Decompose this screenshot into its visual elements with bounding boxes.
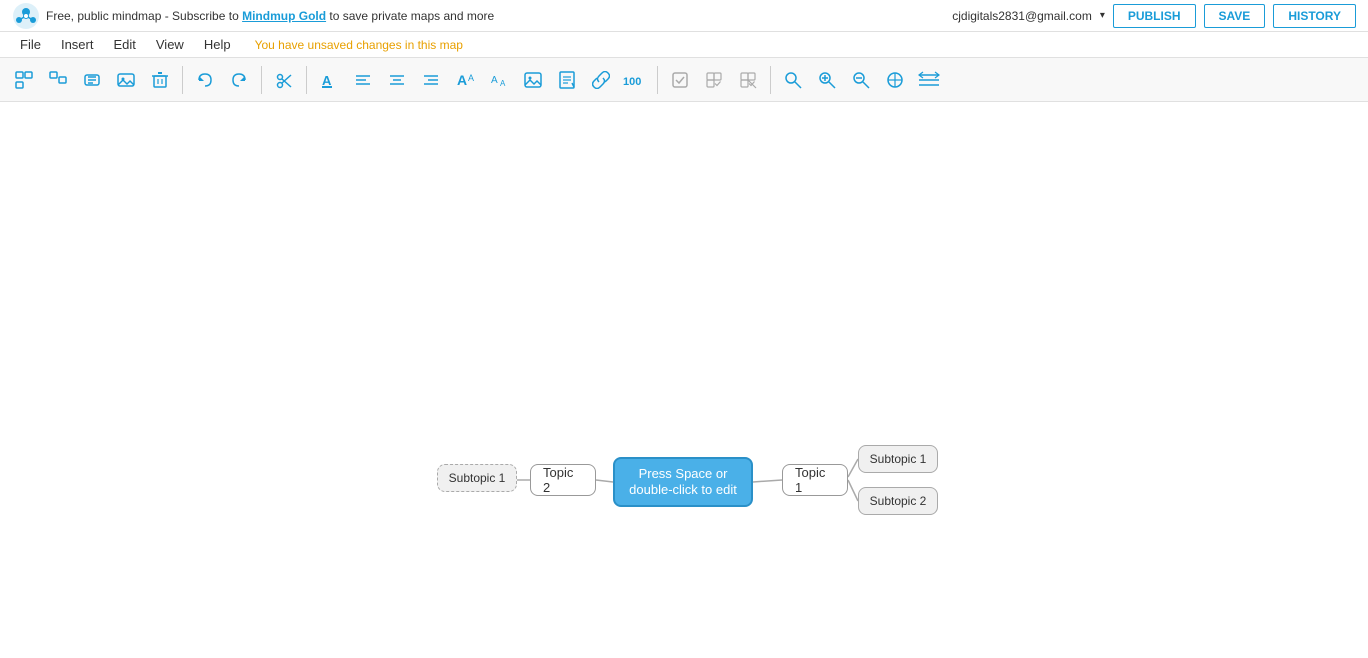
user-email: cjdigitals2831@gmail.com xyxy=(952,9,1092,23)
tb-cut[interactable] xyxy=(268,64,300,96)
menu-file[interactable]: File xyxy=(12,35,49,54)
tb-search[interactable] xyxy=(777,64,809,96)
tb-align-right[interactable] xyxy=(415,64,447,96)
subtopic-right-top-label: Subtopic 1 xyxy=(870,452,927,466)
tb-check2[interactable] xyxy=(698,64,730,96)
tb-text-color[interactable]: A xyxy=(313,64,345,96)
tb-link[interactable] xyxy=(585,64,617,96)
tb-sep-5 xyxy=(770,66,771,94)
svg-text:A: A xyxy=(468,73,474,83)
menu-bar: File Insert Edit View Help You have unsa… xyxy=(0,32,1368,58)
tb-font-smaller[interactable]: AA xyxy=(483,64,515,96)
tb-progress[interactable]: 100 xyxy=(619,64,651,96)
subtopic-right-bottom-node[interactable]: Subtopic 2 xyxy=(858,487,938,515)
user-dropdown-arrow[interactable]: ▾ xyxy=(1100,10,1105,21)
tb-align-left[interactable] xyxy=(347,64,379,96)
tb-check3[interactable] xyxy=(732,64,764,96)
tb-sep-1 xyxy=(182,66,183,94)
menu-view[interactable]: View xyxy=(148,35,192,54)
subtopic-left-node[interactable]: Subtopic 1 xyxy=(437,464,517,492)
tb-collapse[interactable] xyxy=(42,64,74,96)
tb-align-center[interactable] xyxy=(381,64,413,96)
tb-fit[interactable] xyxy=(879,64,911,96)
center-node[interactable]: Press Space or double-click to edit xyxy=(613,457,753,507)
subtopic-right-top-node[interactable]: Subtopic 1 xyxy=(858,445,938,473)
tb-note[interactable] xyxy=(551,64,583,96)
tb-zoom-out[interactable] xyxy=(845,64,877,96)
mindmup-logo xyxy=(12,2,40,30)
mindmap-connections xyxy=(0,102,1368,658)
tb-add-child[interactable] xyxy=(8,64,40,96)
announcement-text: Free, public mindmap - Subscribe to Mind… xyxy=(46,9,494,23)
publish-button[interactable]: PUBLISH xyxy=(1113,4,1196,28)
top-bar-left: Free, public mindmap - Subscribe to Mind… xyxy=(12,2,494,30)
tb-delete[interactable] xyxy=(144,64,176,96)
svg-text:A: A xyxy=(491,75,498,86)
subtopic-left-label: Subtopic 1 xyxy=(449,471,506,485)
tb-sep-3 xyxy=(306,66,307,94)
top-bar: Free, public mindmap - Subscribe to Mind… xyxy=(0,0,1368,32)
save-button[interactable]: SAVE xyxy=(1204,4,1266,28)
menu-edit[interactable]: Edit xyxy=(105,35,143,54)
subtopic-right-bottom-label: Subtopic 2 xyxy=(870,494,927,508)
tb-insert-image[interactable] xyxy=(517,64,549,96)
tb-redo[interactable] xyxy=(223,64,255,96)
tb-zoom-in[interactable] xyxy=(811,64,843,96)
tb-expand-all[interactable] xyxy=(913,64,945,96)
topic2-label: Topic 2 xyxy=(543,465,583,495)
svg-text:A: A xyxy=(457,72,467,88)
unsaved-changes-message: You have unsaved changes in this map xyxy=(255,38,463,52)
tb-undo[interactable] xyxy=(189,64,221,96)
history-button[interactable]: HISTORY xyxy=(1273,4,1356,28)
tb-image[interactable] xyxy=(110,64,142,96)
svg-text:100: 100 xyxy=(623,76,641,88)
topic1-node[interactable]: Topic 1 xyxy=(782,464,848,496)
tb-expand[interactable] xyxy=(76,64,108,96)
topic1-label: Topic 1 xyxy=(795,465,835,495)
mindmup-gold-link[interactable]: Mindmup Gold xyxy=(242,9,326,23)
tb-sep-2 xyxy=(261,66,262,94)
top-bar-right: cjdigitals2831@gmail.com ▾ PUBLISH SAVE … xyxy=(952,4,1356,28)
topic2-node[interactable]: Topic 2 xyxy=(530,464,596,496)
canvas[interactable]: Press Space or double-click to edit Topi… xyxy=(0,102,1368,658)
tb-font-bigger[interactable]: AA xyxy=(449,64,481,96)
menu-help[interactable]: Help xyxy=(196,35,239,54)
tb-sep-4 xyxy=(657,66,658,94)
menu-insert[interactable]: Insert xyxy=(53,35,102,54)
toolbar: A AA AA 100 xyxy=(0,58,1368,102)
svg-text:A: A xyxy=(500,79,506,88)
svg-text:A: A xyxy=(322,73,332,88)
center-node-text: Press Space or double-click to edit xyxy=(619,466,747,497)
tb-check1[interactable] xyxy=(664,64,696,96)
